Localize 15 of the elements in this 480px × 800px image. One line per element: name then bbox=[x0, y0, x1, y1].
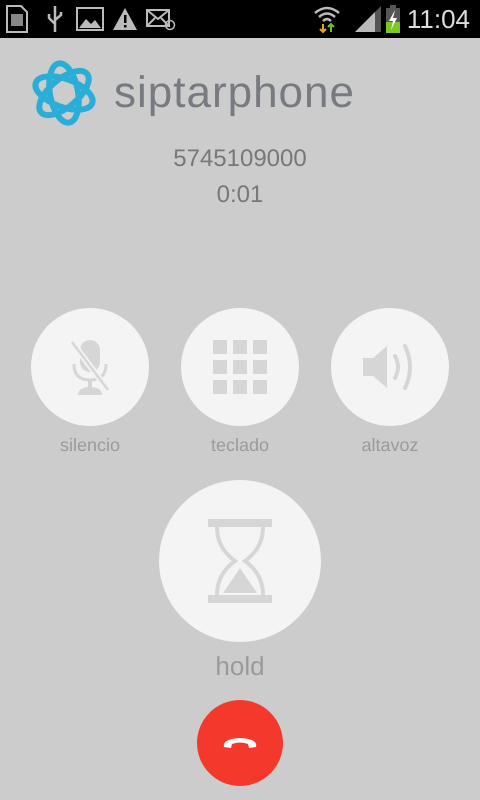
image-icon bbox=[76, 7, 104, 31]
clock: 11:04 bbox=[406, 2, 470, 36]
email-icon bbox=[146, 7, 176, 31]
wifi-icon bbox=[312, 4, 341, 34]
phone-number: 5745109000 bbox=[173, 144, 307, 174]
app-logo-text: siptarphone bbox=[114, 71, 355, 115]
warning-icon bbox=[112, 7, 138, 31]
usb-icon bbox=[46, 4, 64, 34]
call-duration: 0:01 bbox=[216, 180, 264, 210]
hourglass-icon bbox=[207, 518, 273, 604]
battery-charging-icon bbox=[384, 4, 401, 34]
keypad-icon bbox=[213, 340, 267, 394]
hang-up-icon bbox=[222, 735, 258, 751]
sim-card-icon bbox=[4, 4, 30, 34]
signal-icon bbox=[354, 6, 381, 32]
